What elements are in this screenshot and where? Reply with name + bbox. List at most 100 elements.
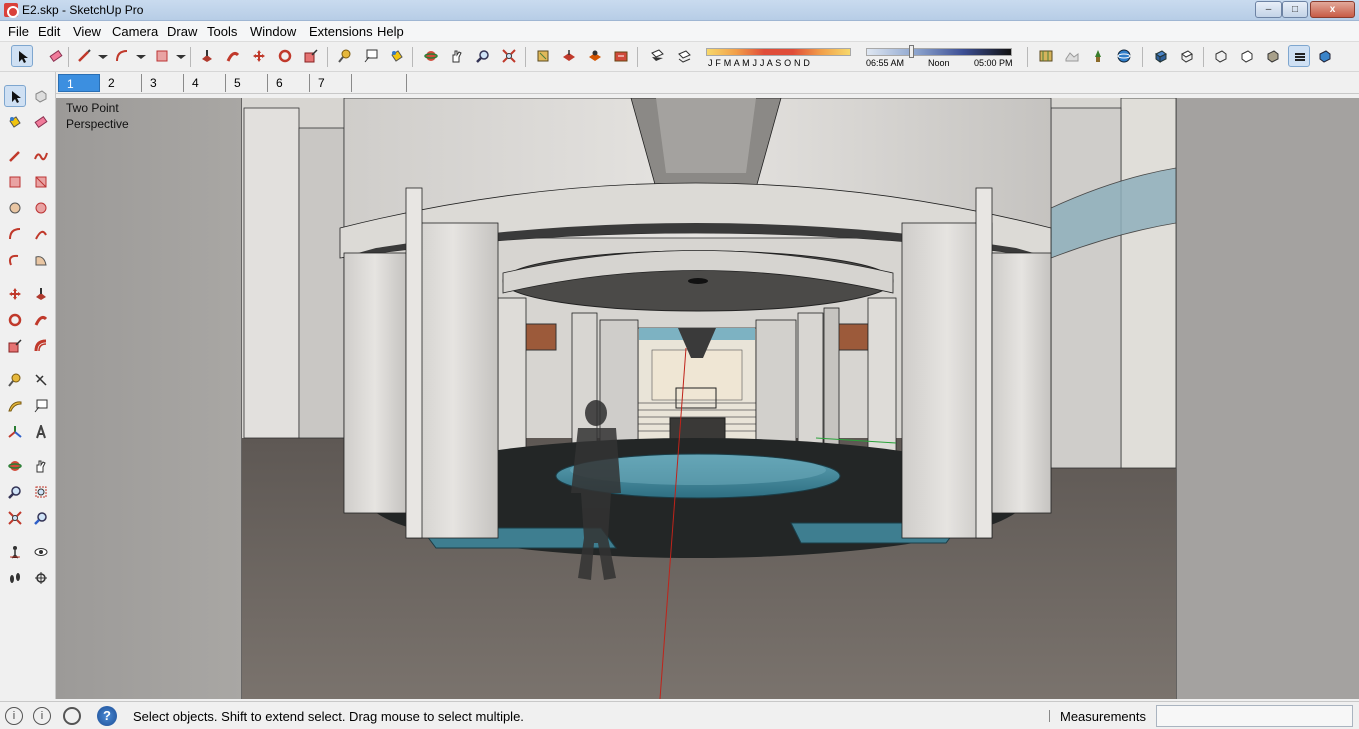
shadow-time-thumb[interactable]: [909, 45, 914, 58]
extension-warehouse-button[interactable]: [610, 45, 632, 67]
left-zoom-tool[interactable]: [4, 481, 26, 503]
left-protractor-tool[interactable]: [4, 395, 26, 417]
left-rotate-tool[interactable]: [4, 309, 26, 331]
menu-edit[interactable]: Edit: [38, 24, 60, 39]
menu-draw[interactable]: Draw: [167, 24, 197, 39]
warehouse-button[interactable]: [532, 45, 554, 67]
arc-tool-dropdown[interactable]: [133, 45, 146, 67]
left-dimension-tool[interactable]: [30, 369, 52, 391]
user-account-icon[interactable]: [63, 707, 81, 725]
menu-view[interactable]: View: [73, 24, 101, 39]
menu-help[interactable]: Help: [377, 24, 404, 39]
menu-window[interactable]: Window: [250, 24, 296, 39]
top-view-button[interactable]: [1176, 45, 1198, 67]
scene-tab-1[interactable]: 1: [58, 74, 100, 92]
left-circle-tool[interactable]: [4, 197, 26, 219]
left-previous-view-tool[interactable]: [30, 507, 52, 529]
zoom-extents-tool-button[interactable]: [498, 45, 520, 67]
left-axes-tool[interactable]: [4, 421, 26, 443]
shadows-toggle-button[interactable]: [646, 45, 668, 67]
maximize-button[interactable]: □: [1282, 1, 1308, 18]
photo-textures-button[interactable]: [1113, 45, 1135, 67]
push-pull-tool-button[interactable]: [196, 45, 218, 67]
left-select-tool[interactable]: [4, 85, 26, 107]
minimize-button[interactable]: –: [1255, 1, 1282, 18]
left-3d-text-tool[interactable]: [30, 421, 52, 443]
left-look-around-tool[interactable]: [30, 541, 52, 563]
pan-tool-button[interactable]: [446, 45, 468, 67]
menu-extensions[interactable]: Extensions: [309, 24, 373, 39]
share-component-button[interactable]: [584, 45, 606, 67]
xray-style-button[interactable]: [1210, 45, 1232, 67]
monochrome-style-button[interactable]: [1314, 45, 1336, 67]
geo-location-status-icon[interactable]: i: [5, 707, 23, 725]
orbit-tool-button[interactable]: [420, 45, 442, 67]
eraser-tool-button[interactable]: [45, 45, 67, 67]
scale-tool-button[interactable]: [300, 45, 322, 67]
left-pan-tool[interactable]: [30, 455, 52, 477]
line-tool-dropdown[interactable]: [95, 45, 108, 67]
shaded-textures-style-button[interactable]: [1288, 45, 1310, 67]
menu-camera[interactable]: Camera: [112, 24, 158, 39]
scene-tab-5[interactable]: 5: [226, 74, 268, 92]
model-viewport[interactable]: Two Point Perspective: [56, 98, 1359, 699]
paint-bucket-tool-button[interactable]: [386, 45, 408, 67]
help-icon[interactable]: ?: [97, 706, 117, 726]
left-position-camera-tool[interactable]: [4, 541, 26, 563]
left-walk-tool[interactable]: [4, 567, 26, 589]
menu-tools[interactable]: Tools: [207, 24, 237, 39]
scene-tab-6[interactable]: 6: [268, 74, 310, 92]
scene-tab-7[interactable]: 7: [310, 74, 352, 92]
left-line-tool[interactable]: [4, 145, 26, 167]
arc-tool-button[interactable]: [111, 45, 133, 67]
select-tool-button[interactable]: [11, 45, 33, 67]
zoom-tool-button[interactable]: [472, 45, 494, 67]
left-rotated-rectangle-tool[interactable]: [30, 171, 52, 193]
wireframe-style-button[interactable]: [1236, 45, 1258, 67]
left-component-tool[interactable]: [30, 85, 52, 107]
left-orbit-tool[interactable]: [4, 455, 26, 477]
left-text-tool[interactable]: [30, 395, 52, 417]
left-eraser-tool[interactable]: [30, 111, 52, 133]
text-tool-button[interactable]: [360, 45, 382, 67]
shaded-style-button[interactable]: [1262, 45, 1284, 67]
close-button[interactable]: x: [1310, 1, 1355, 18]
geo-location-button[interactable]: [1035, 45, 1057, 67]
shadow-month-slider[interactable]: [706, 48, 851, 56]
toggle-terrain-button[interactable]: [1061, 45, 1083, 67]
scene-tab-2[interactable]: 2: [100, 74, 142, 92]
left-zoom-window-tool[interactable]: [30, 481, 52, 503]
left-rectangle-tool[interactable]: [4, 171, 26, 193]
add-location-button[interactable]: [1087, 45, 1109, 67]
left-polygon-tool[interactable]: [30, 197, 52, 219]
left-freehand-tool[interactable]: [30, 145, 52, 167]
follow-me-tool-button[interactable]: [222, 45, 244, 67]
left-section-plane-tool[interactable]: [30, 567, 52, 589]
iso-view-button[interactable]: [1150, 45, 1172, 67]
scene-tab-4[interactable]: 4: [184, 74, 226, 92]
left-three-point-arc-tool[interactable]: [4, 249, 26, 271]
rotate-tool-button[interactable]: [274, 45, 296, 67]
scene-tab-3[interactable]: 3: [142, 74, 184, 92]
tape-measure-tool-button[interactable]: [334, 45, 356, 67]
fog-toggle-button[interactable]: [673, 45, 695, 67]
left-scale-tool[interactable]: [4, 335, 26, 357]
left-zoom-extents-tool[interactable]: [4, 507, 26, 529]
left-offset-tool[interactable]: [30, 335, 52, 357]
shadow-time-slider[interactable]: [866, 48, 1012, 56]
rectangle-tool-dropdown[interactable]: [173, 45, 186, 67]
left-move-tool[interactable]: [4, 283, 26, 305]
left-two-point-arc-tool[interactable]: [30, 223, 52, 245]
left-arc-tool[interactable]: [4, 223, 26, 245]
rectangle-tool-button[interactable]: [151, 45, 173, 67]
left-push-pull-tool[interactable]: [30, 283, 52, 305]
left-tape-measure-tool[interactable]: [4, 369, 26, 391]
line-tool-button[interactable]: [73, 45, 95, 67]
move-tool-button[interactable]: [248, 45, 270, 67]
measurements-input[interactable]: [1156, 705, 1353, 727]
left-follow-me-tool[interactable]: [30, 309, 52, 331]
credits-status-icon[interactable]: i: [33, 707, 51, 725]
left-pie-tool[interactable]: [30, 249, 52, 271]
share-model-button[interactable]: [558, 45, 580, 67]
left-paint-bucket-tool[interactable]: [4, 111, 26, 133]
